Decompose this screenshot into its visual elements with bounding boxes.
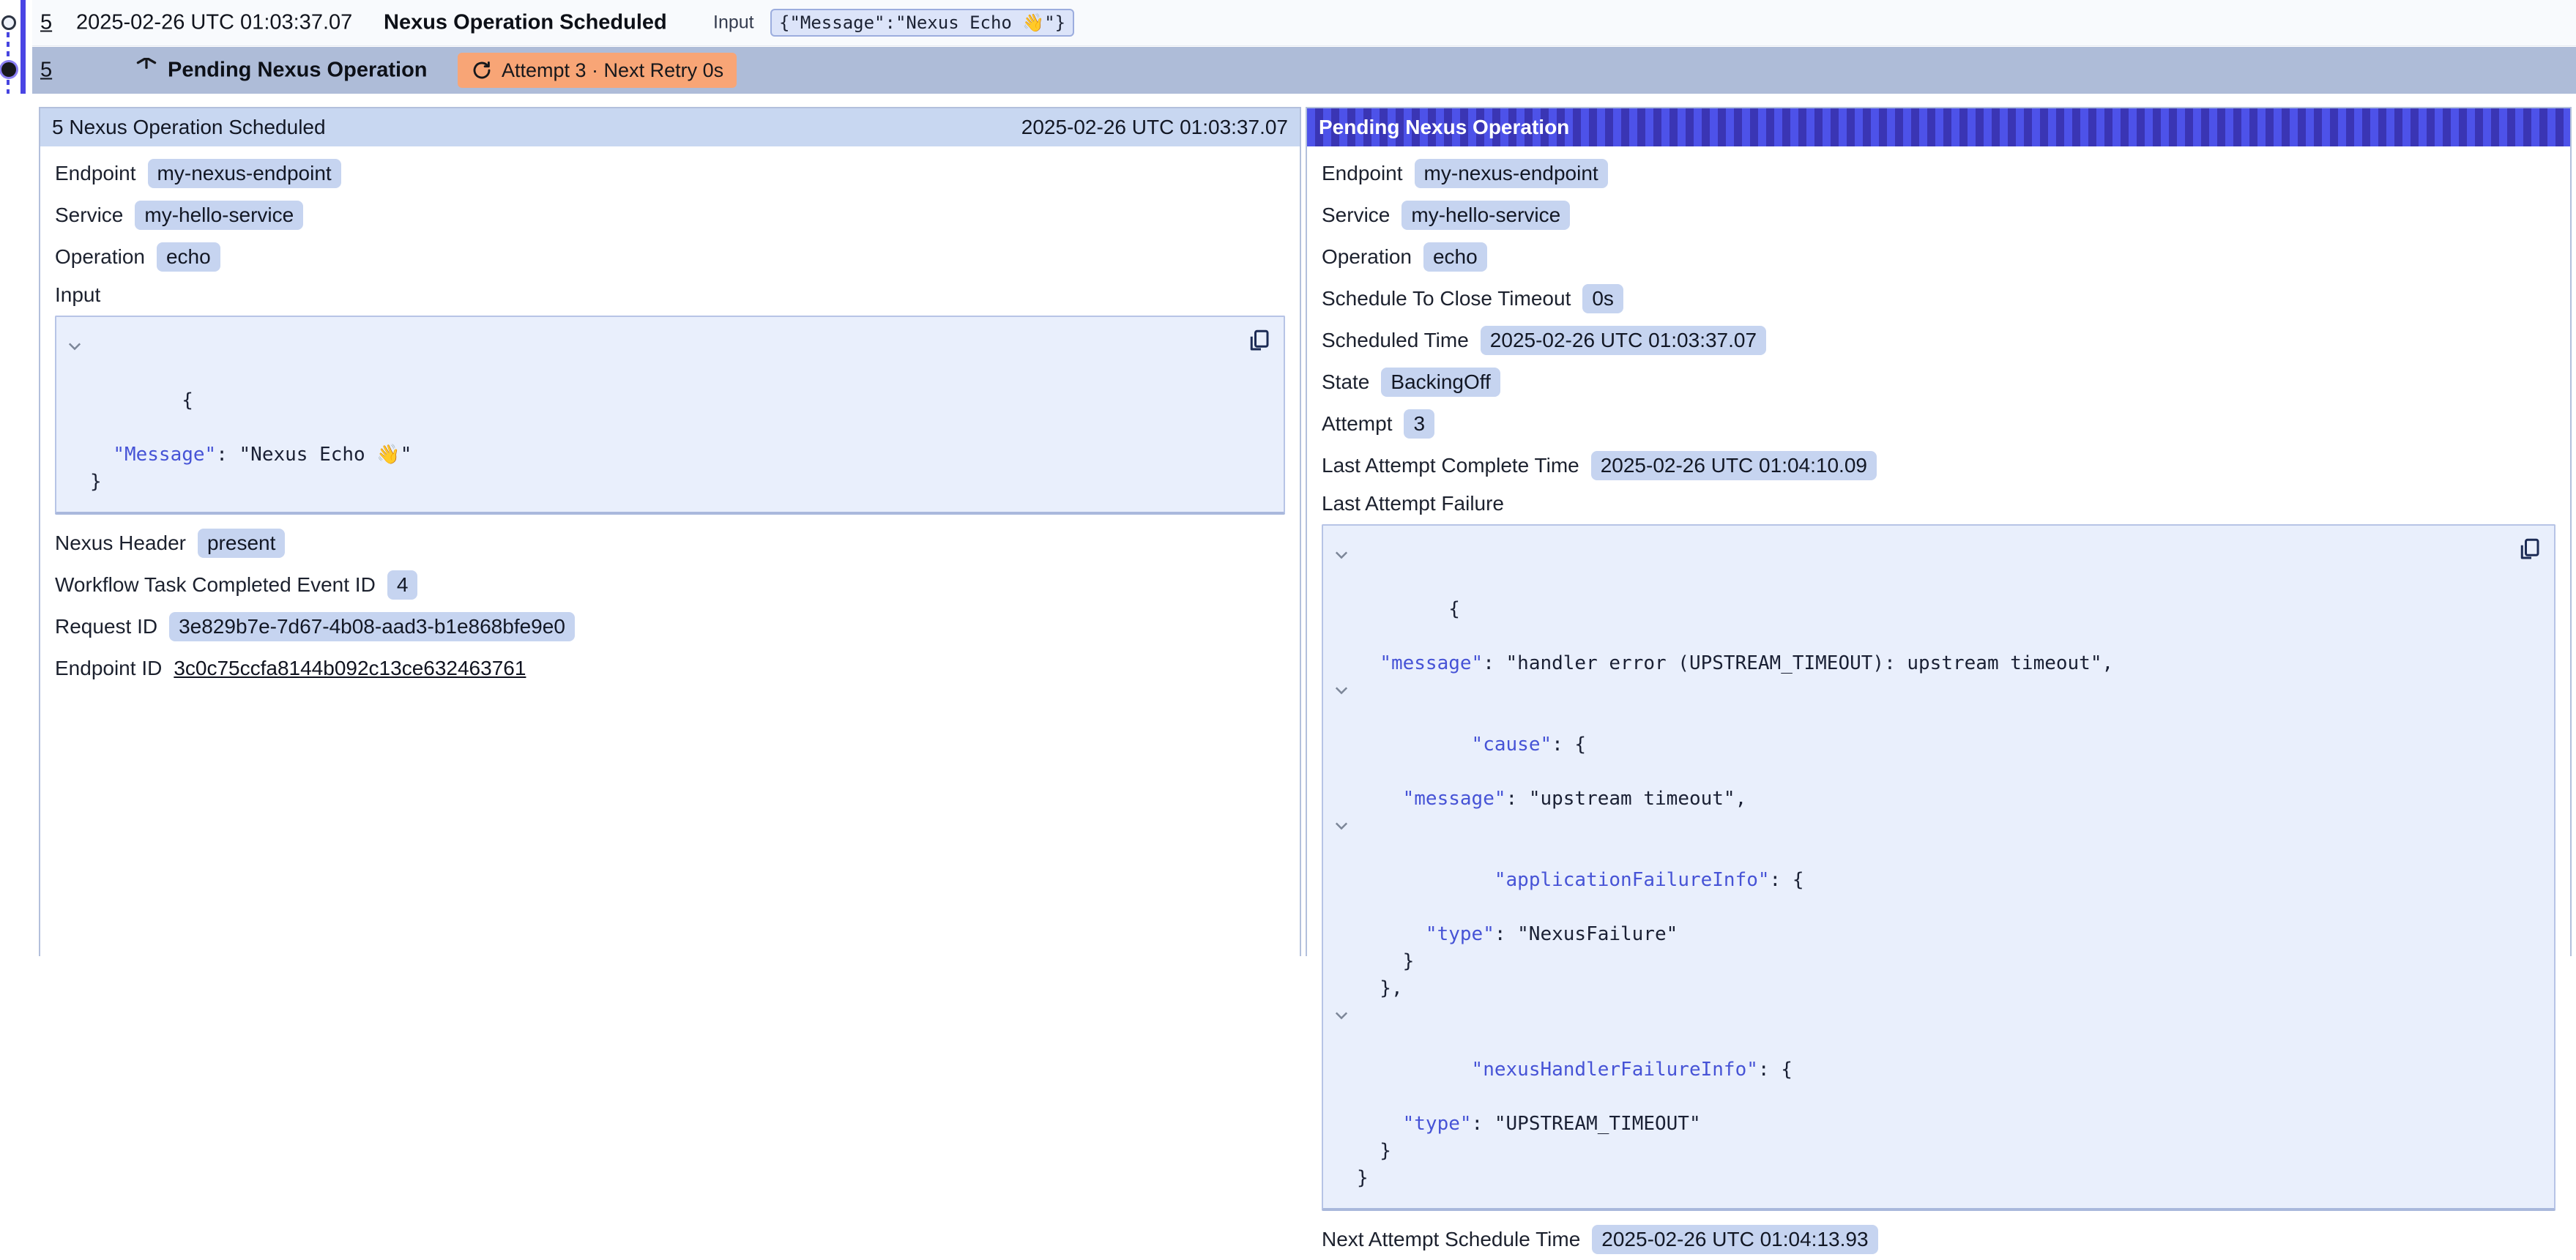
endpoint-id-link[interactable]: 3c0c75ccfa8144b092c13ce632463761 <box>174 657 526 680</box>
input-json-block: { "Message": "Nexus Echo 👋" } <box>55 316 1285 515</box>
field-operation: Operation echo <box>55 236 1285 277</box>
json-line: } <box>1357 1165 2539 1192</box>
json-line: "type": "UPSTREAM_TIMEOUT" <box>1357 1111 2539 1138</box>
field-label: Scheduled Time <box>1322 329 1469 352</box>
timeline-current-node-icon <box>1 62 16 77</box>
event-detail-title: 5 Nexus Operation Scheduled <box>52 116 326 139</box>
timeline-line <box>21 0 26 94</box>
field-value-badge: 2025-02-26 UTC 01:03:37.07 <box>1481 326 1766 355</box>
event-time: 2025-02-26 UTC 01:03:37.07 <box>76 11 352 35</box>
field-label: Operation <box>1322 245 1412 269</box>
json-line <box>1448 869 1494 891</box>
field-label: Request ID <box>55 615 157 638</box>
attempt-retry-badge: Attempt 3 · Next Retry 0s <box>458 53 737 88</box>
event-input-chip[interactable]: {"Message":"Nexus Echo 👋"} <box>770 9 1074 37</box>
json-line: "type": "NexusFailure" <box>1357 921 2539 948</box>
field-label: Next Attempt Schedule Time <box>1322 1228 1580 1251</box>
field-endpoint: Endpoint my-nexus-endpoint <box>1322 152 2555 194</box>
field-endpoint-id: Endpoint ID 3c0c75ccfa8144b092c13ce63246… <box>55 647 1285 689</box>
field-value-badge: my-hello-service <box>135 201 303 230</box>
retry-icon <box>471 59 493 81</box>
field-label: Service <box>1322 204 1390 227</box>
timeline-event-node-icon <box>1 15 16 30</box>
event-row-pending[interactable]: 5 Pending Nexus Operation Attempt 3 · Ne… <box>32 47 2576 94</box>
field-label: Endpoint ID <box>55 657 162 680</box>
field-state: State BackingOff <box>1322 361 2555 403</box>
event-title: Nexus Operation Scheduled <box>384 11 667 35</box>
field-value-badge: 4 <box>387 570 418 600</box>
field-value-badge: echo <box>157 242 220 272</box>
event-detail-header: 5 Nexus Operation Scheduled 2025-02-26 U… <box>40 108 1300 146</box>
field-label: Last Attempt Complete Time <box>1322 454 1579 477</box>
json-line <box>1448 1059 1471 1081</box>
field-workflow-task-completed-event-id: Workflow Task Completed Event ID 4 <box>55 564 1285 605</box>
event-detail-time: 2025-02-26 UTC 01:03:37.07 <box>1021 116 1288 139</box>
collapse-chevron-icon[interactable] <box>1335 684 1348 697</box>
field-label: Service <box>55 204 123 227</box>
field-label: Workflow Task Completed Event ID <box>55 573 376 597</box>
event-title: Pending Nexus Operation <box>168 59 428 83</box>
event-id-link[interactable]: 5 <box>40 11 52 35</box>
field-endpoint: Endpoint my-nexus-endpoint <box>55 152 1285 194</box>
json-line: } <box>1357 948 2539 975</box>
field-label: Schedule To Close Timeout <box>1322 287 1571 310</box>
field-service: Service my-hello-service <box>1322 194 2555 236</box>
json-line: "message": "upstream timeout", <box>1357 786 2539 813</box>
json-line <box>1448 734 1471 756</box>
field-last-attempt-complete-time: Last Attempt Complete Time 2025-02-26 UT… <box>1322 444 2555 486</box>
copy-icon[interactable] <box>2516 536 2542 562</box>
field-operation: Operation echo <box>1322 236 2555 277</box>
json-line: "message": "handler error (UPSTREAM_TIME… <box>1357 650 2539 677</box>
json-line: { <box>1448 598 1460 620</box>
last-attempt-failure-label: Last Attempt Failure <box>1322 486 2555 521</box>
field-label: Attempt <box>1322 412 1392 436</box>
pending-asterisk-icon <box>134 58 159 83</box>
json-line: "Message": "Nexus Echo 👋" <box>90 441 1269 469</box>
field-value-badge: 0s <box>1582 284 1623 313</box>
json-line: { <box>182 389 193 411</box>
field-value-badge: present <box>198 529 285 558</box>
field-nexus-header: Nexus Header present <box>55 522 1285 564</box>
collapse-chevron-icon[interactable] <box>1335 1009 1348 1022</box>
field-label: Endpoint <box>1322 162 1403 185</box>
json-line: } <box>1357 1138 2539 1165</box>
pending-panel-title: Pending Nexus Operation <box>1319 116 1569 139</box>
copy-icon[interactable] <box>1246 327 1272 354</box>
field-attempt: Attempt 3 <box>1322 403 2555 444</box>
event-input-label: Input <box>713 12 754 34</box>
field-label: State <box>1322 370 1369 394</box>
field-value-badge: 2025-02-26 UTC 01:04:10.09 <box>1591 451 1877 480</box>
collapse-chevron-icon[interactable] <box>1335 819 1348 832</box>
collapse-chevron-icon[interactable] <box>68 340 81 353</box>
field-request-id: Request ID 3e829b7e-7d67-4b08-aad3-b1e86… <box>55 605 1285 647</box>
json-line: } <box>90 469 1269 496</box>
field-value-badge: 3 <box>1404 409 1434 439</box>
event-row-scheduled[interactable]: 5 2025-02-26 UTC 01:03:37.07 Nexus Opera… <box>32 0 2576 46</box>
attempt-retry-text: Attempt 3 · Next Retry 0s <box>502 59 723 82</box>
field-value-badge: my-hello-service <box>1401 201 1570 230</box>
event-id-link[interactable]: 5 <box>40 59 52 83</box>
field-next-attempt-schedule-time: Next Attempt Schedule Time 2025-02-26 UT… <box>1322 1218 2555 1260</box>
collapse-chevron-icon[interactable] <box>1335 548 1348 562</box>
event-detail-panel: 5 Nexus Operation Scheduled 2025-02-26 U… <box>39 107 1301 956</box>
field-label: Operation <box>55 245 145 269</box>
field-value-badge: my-nexus-endpoint <box>1415 159 1608 188</box>
field-schedule-to-close-timeout: Schedule To Close Timeout 0s <box>1322 277 2555 319</box>
pending-panel-header: Pending Nexus Operation <box>1307 108 2570 146</box>
field-label: Nexus Header <box>55 532 186 555</box>
field-scheduled-time: Scheduled Time 2025-02-26 UTC 01:03:37.0… <box>1322 319 2555 361</box>
json-line: }, <box>1357 975 2539 1002</box>
field-value-badge: my-nexus-endpoint <box>148 159 341 188</box>
field-value-badge: 3e829b7e-7d67-4b08-aad3-b1e868bfe9e0 <box>169 612 575 641</box>
field-service: Service my-hello-service <box>55 194 1285 236</box>
pending-operation-panel: Pending Nexus Operation Endpoint my-nexu… <box>1306 107 2572 956</box>
input-label: Input <box>55 277 1285 313</box>
field-value-badge: 2025-02-26 UTC 01:04:13.93 <box>1592 1225 1877 1254</box>
field-label: Endpoint <box>55 162 136 185</box>
field-value-badge: echo <box>1423 242 1487 272</box>
field-value-badge: BackingOff <box>1381 368 1500 397</box>
failure-json-block: { "message": "handler error (UPSTREAM_TI… <box>1322 524 2555 1211</box>
